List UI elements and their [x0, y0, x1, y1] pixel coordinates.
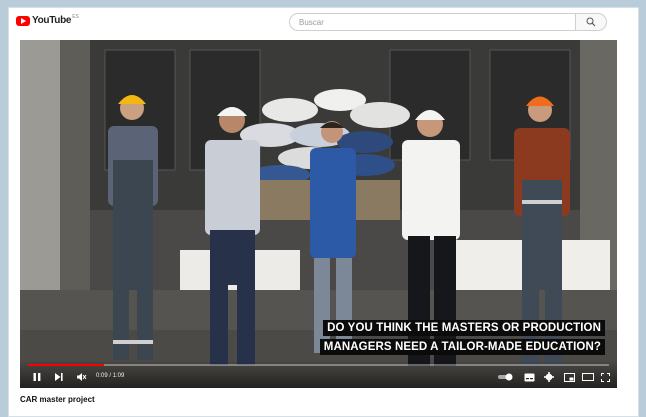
mute-icon — [77, 373, 87, 381]
settings-icon — [544, 372, 554, 382]
youtube-logo-icon — [16, 15, 30, 26]
theater-icon — [582, 373, 594, 381]
autoplay-toggle[interactable] — [498, 371, 514, 383]
fullscreen-icon — [601, 372, 610, 382]
subtitles-button[interactable] — [524, 371, 535, 383]
progress-played — [28, 364, 104, 366]
time-display: 0:09 / 1:09 — [96, 373, 125, 379]
video-player[interactable]: DO YOU THINK THE MASTERS OR PRODUCTION M… — [20, 40, 617, 388]
search-bar — [289, 13, 607, 31]
mute-button[interactable] — [76, 371, 87, 383]
search-button[interactable] — [575, 13, 607, 31]
subtitle-line-1: DO YOU THINK THE MASTERS OR PRODUCTION — [323, 320, 605, 336]
theater-button[interactable] — [582, 371, 594, 383]
search-input[interactable] — [289, 13, 575, 31]
subtitle-line-2: MANAGERS NEED A TAILOR-MADE EDUCATION? — [319, 339, 605, 355]
pause-icon — [33, 373, 41, 381]
player-controls: 0:09 / 1:09 — [20, 360, 617, 388]
logo-country-code: ES — [72, 13, 79, 20]
fullscreen-button[interactable] — [601, 371, 610, 383]
progress-bar[interactable] — [28, 364, 609, 366]
subtitles-icon — [524, 373, 535, 381]
subtitle-overlay: DO YOU THINK THE MASTERS OR PRODUCTION M… — [319, 318, 605, 356]
next-icon — [55, 373, 63, 381]
settings-button[interactable] — [544, 371, 554, 383]
miniplayer-icon — [564, 372, 575, 382]
next-button[interactable] — [54, 371, 64, 383]
masthead: YouTube ES — [9, 8, 638, 36]
autoplay-toggle-icon — [498, 373, 513, 381]
youtube-logo[interactable]: YouTube ES — [16, 13, 79, 26]
miniplayer-button[interactable] — [564, 371, 575, 383]
search-icon — [586, 17, 596, 27]
video-title: CAR master project — [20, 395, 95, 404]
pause-button[interactable] — [32, 371, 42, 383]
logo-text: YouTube — [32, 15, 72, 26]
